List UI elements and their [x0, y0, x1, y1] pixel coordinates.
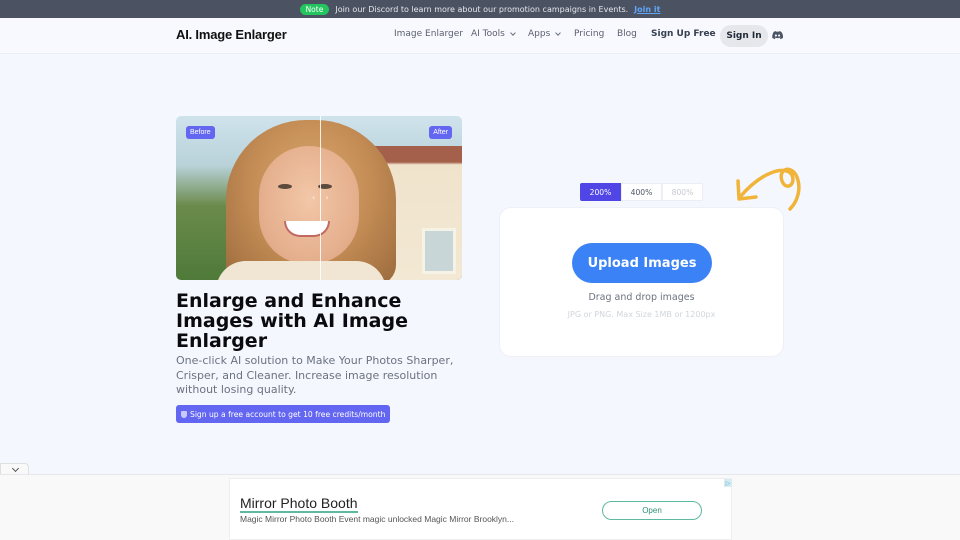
ad-title[interactable]: Mirror Photo Booth: [240, 495, 358, 513]
scale-tab-200[interactable]: 200%: [580, 183, 621, 201]
nav-item-label: Apps: [528, 29, 551, 39]
announcement-bar: Note Join our Discord to learn more abou…: [0, 0, 960, 18]
ad-card[interactable]: Mirror Photo Booth Magic Mirror Photo Bo…: [229, 478, 732, 540]
chevron-down-icon: [510, 29, 516, 36]
discord-icon[interactable]: [772, 30, 783, 40]
house-window: [422, 228, 456, 274]
nav-item-ai-tools[interactable]: AI Tools: [471, 29, 516, 39]
ad-open-button[interactable]: Open: [602, 501, 702, 520]
scale-selector: 200% 400% 800%: [580, 183, 703, 201]
sign-up-free-button[interactable]: Sign Up Free: [651, 29, 716, 39]
file-limit-text: JPG or PNG. Max Size 1MB or 1200px: [567, 310, 716, 319]
navbar: AI. Image Enlarger Image Enlarger AI Too…: [0, 18, 960, 54]
portrait-eye: [278, 184, 292, 189]
after-label: After: [429, 126, 452, 139]
upload-images-button[interactable]: Upload Images: [572, 243, 712, 283]
logo[interactable]: AI. Image Enlarger: [176, 27, 287, 42]
before-label: Before: [186, 126, 215, 139]
hero-subtext: One-click AI solution to Make Your Photo…: [176, 354, 454, 396]
nav-item-image-enlarger[interactable]: Image Enlarger: [394, 29, 463, 39]
note-badge: Note: [299, 3, 330, 15]
upload-dropzone[interactable]: Upload Images Drag and drop images JPG o…: [499, 207, 784, 357]
chevron-down-icon: [555, 29, 562, 36]
scale-tab-800[interactable]: 800%: [662, 183, 703, 201]
free-credits-label: Sign up a free account to get 10 free cr…: [190, 409, 386, 419]
ad-choices-icon[interactable]: ▷: [724, 479, 732, 487]
scale-tab-400[interactable]: 400%: [621, 183, 662, 201]
arrow-doodle-icon: [736, 167, 801, 211]
chevron-down-icon: [11, 464, 20, 472]
drag-drop-text: Drag and drop images: [588, 292, 695, 303]
nav-item-label: Pricing: [574, 29, 605, 39]
free-credits-button[interactable]: Sign up a free account to get 10 free cr…: [176, 405, 391, 423]
nav-item-label: Image Enlarger: [394, 29, 463, 39]
slider-arrows-icon: ‹ ›: [312, 193, 329, 202]
announcement-text: Join our Discord to learn more about our…: [335, 4, 629, 14]
ad-description: Magic Mirror Photo Booth Event magic unl…: [240, 514, 514, 524]
nav-item-label: Blog: [617, 29, 637, 39]
page-title: Enlarge and Enhance Images with AI Image…: [176, 290, 408, 352]
portrait-face: [259, 146, 359, 264]
shield-icon: [181, 410, 187, 418]
before-after-comparison[interactable]: ‹ › Before After: [176, 116, 462, 280]
sign-in-button[interactable]: Sign In: [720, 25, 768, 47]
nav-item-blog[interactable]: Blog: [617, 29, 637, 39]
nav-item-apps[interactable]: Apps: [528, 29, 562, 39]
portrait-shirt: [216, 261, 386, 280]
nav-item-pricing[interactable]: Pricing: [574, 29, 604, 39]
join-discord-link[interactable]: Join it: [634, 5, 660, 14]
nav-item-label: AI Tools: [471, 29, 505, 39]
